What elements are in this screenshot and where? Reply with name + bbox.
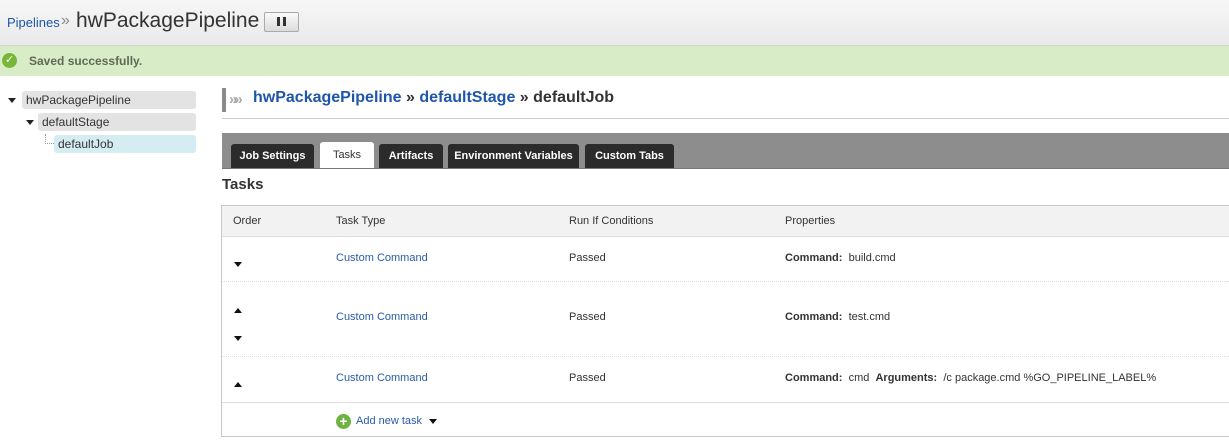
pause-icon <box>276 13 288 31</box>
tasks-table: Order Task Type Run If Conditions Proper… <box>221 205 1229 437</box>
tab-tasks[interactable]: Tasks <box>320 142 374 168</box>
column-header-properties: Properties <box>785 215 836 227</box>
collapse-toggle-icon[interactable] <box>26 120 34 125</box>
arguments-value: /c package.cmd %GO_PIPELINE_LABEL% <box>943 372 1157 384</box>
command-value: cmd <box>848 372 870 384</box>
heading-stage-link[interactable]: defaultStage <box>419 89 515 106</box>
move-up-icon[interactable] <box>234 382 242 387</box>
chevrons-icon: »» <box>229 91 243 108</box>
page-title: hwPackagePipeline <box>76 9 260 32</box>
heading-pipeline-link[interactable]: hwPackagePipeline <box>253 89 402 106</box>
command-label: Command: <box>785 252 843 264</box>
move-down-icon[interactable] <box>234 262 242 267</box>
command-label: Command: <box>785 311 843 323</box>
task-type-link[interactable]: Custom Command <box>336 311 428 323</box>
column-header-order: Order <box>233 215 262 227</box>
column-header-run-if: Run If Conditions <box>569 215 654 227</box>
table-row: Custom Command Passed Command: cmd Argum… <box>222 356 1229 403</box>
collapse-toggle-icon[interactable] <box>8 98 16 103</box>
task-type-link[interactable]: Custom Command <box>336 252 428 264</box>
breadcrumb-separator: » <box>61 12 70 29</box>
heading-text: hwPackagePipeline » defaultStage » defau… <box>253 89 614 107</box>
heading-separator: » <box>519 89 529 106</box>
tree-item-job[interactable]: defaultJob <box>54 135 196 153</box>
command-label: Command: <box>785 372 843 384</box>
tab-job-settings[interactable]: Job Settings <box>231 144 314 168</box>
arguments-label: Arguments: <box>875 372 938 384</box>
table-row: Custom Command Passed Command: build.cmd <box>222 236 1229 282</box>
task-type-link[interactable]: Custom Command <box>336 372 428 384</box>
section-title: Tasks <box>222 176 264 193</box>
table-row: Custom Command Passed Command: test.cmd <box>222 281 1229 357</box>
column-header-task-type: Task Type <box>336 215 386 227</box>
run-if-value: Passed <box>569 372 606 384</box>
move-down-icon[interactable] <box>234 336 242 341</box>
page-header: Pipelines » hwPackagePipeline <box>0 0 1229 46</box>
tree-item-stage[interactable]: defaultStage <box>38 113 196 131</box>
pause-pipeline-button[interactable] <box>264 12 299 32</box>
command-value: test.cmd <box>848 311 891 323</box>
add-icon[interactable]: + <box>336 414 351 429</box>
tab-artifacts[interactable]: Artifacts <box>379 144 443 168</box>
add-new-task-link[interactable]: Add new task <box>356 415 422 427</box>
heading-bar-icon <box>222 88 226 112</box>
check-icon: ✓ <box>2 53 17 68</box>
table-header: Order Task Type Run If Conditions Proper… <box>222 206 1229 237</box>
job-tabs: Job Settings Tasks Artifacts Environment… <box>222 133 1229 169</box>
heading-separator: » <box>405 89 415 106</box>
tab-environment-variables[interactable]: Environment Variables <box>448 144 579 168</box>
task-properties: Command: cmd Arguments: /c package.cmd %… <box>785 372 1156 384</box>
add-task-row: + Add new task <box>222 402 1229 437</box>
job-breadcrumb-heading: »» hwPackagePipeline » defaultStage » de… <box>222 88 1229 119</box>
run-if-value: Passed <box>569 311 606 323</box>
tree-connector <box>45 134 54 144</box>
success-message: Saved successfully. <box>29 54 143 68</box>
command-value: build.cmd <box>848 252 896 264</box>
pipelines-breadcrumb-link[interactable]: Pipelines <box>7 15 60 30</box>
tree-item-pipeline[interactable]: hwPackagePipeline <box>22 91 196 109</box>
run-if-value: Passed <box>569 252 606 264</box>
task-properties: Command: test.cmd <box>785 311 890 323</box>
tab-custom-tabs[interactable]: Custom Tabs <box>585 144 674 168</box>
move-up-icon[interactable] <box>234 308 242 313</box>
task-properties: Command: build.cmd <box>785 252 896 264</box>
success-message-bar: ✓ Saved successfully. <box>0 46 1229 76</box>
heading-job: defaultJob <box>533 89 615 106</box>
dropdown-arrow-icon[interactable] <box>429 419 437 424</box>
